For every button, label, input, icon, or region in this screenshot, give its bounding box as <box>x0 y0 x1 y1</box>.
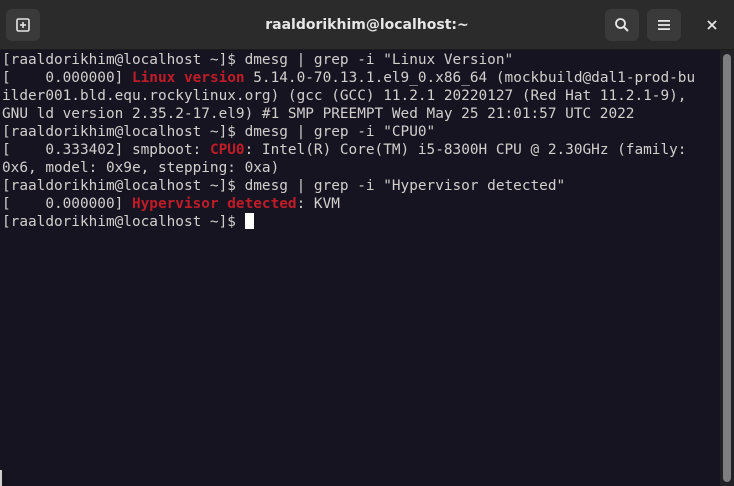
search-button[interactable] <box>605 9 639 41</box>
terminal-line: [raaldorikhim@localhost ~]$ dmesg | grep… <box>2 123 720 141</box>
terminal-text: [raaldorikhim@localhost ~]$ <box>2 214 245 230</box>
title-bar: raaldorikhim@localhost:~ <box>0 0 734 50</box>
terminal-text: GNU ld version 2.35.2-17.el9) #1 SMP PRE… <box>2 106 635 122</box>
terminal-text: [ 0.333402] smpboot: <box>2 142 210 158</box>
terminal-line: [ 0.000000] Linux version 5.14.0-70.13.1… <box>2 69 720 87</box>
terminal-text: [ 0.000000] <box>2 196 132 212</box>
terminal-text: 5.14.0-70.13.1.el9_0.x86_64 (mockbuild@d… <box>244 70 696 86</box>
terminal-text: [ 0.000000] <box>2 70 132 86</box>
scrollbar-thumb[interactable] <box>723 54 731 482</box>
grep-match: CPU0 <box>209 142 245 158</box>
terminal-text: [raaldorikhim@localhost ~]$ dmesg | grep… <box>2 178 566 194</box>
terminal-text: : KVM <box>296 196 340 212</box>
terminal-line: 0x6, model: 0x9e, stepping: 0xa) <box>2 159 720 177</box>
terminal-text: ilder001.bld.equ.rockylinux.org) (gcc (G… <box>2 88 687 104</box>
terminal-cursor <box>244 213 254 229</box>
terminal-line: [raaldorikhim@localhost ~]$ dmesg | grep… <box>2 51 720 69</box>
hamburger-menu-icon <box>658 20 670 30</box>
terminal-line: [ 0.000000] Hypervisor detected: KVM <box>2 195 720 213</box>
grep-match: Hypervisor detected <box>131 196 297 212</box>
terminal-line: ilder001.bld.equ.rockylinux.org) (gcc (G… <box>2 87 720 105</box>
terminal-line: GNU ld version 2.35.2-17.el9) #1 SMP PRE… <box>2 105 720 123</box>
text-cursor-mark <box>0 470 4 486</box>
menu-button[interactable] <box>647 9 681 41</box>
terminal-line: [raaldorikhim@localhost ~]$ dmesg | grep… <box>2 177 720 195</box>
close-button[interactable] <box>695 9 729 41</box>
terminal-window: raaldorikhim@localhost:~ [raaldorikhim@l… <box>0 0 734 486</box>
close-icon <box>707 20 717 30</box>
terminal-text: [raaldorikhim@localhost ~]$ dmesg | grep… <box>2 52 514 68</box>
scrollbar[interactable] <box>720 50 734 486</box>
terminal-output[interactable]: [raaldorikhim@localhost ~]$ dmesg | grep… <box>0 50 720 486</box>
terminal-text: : Intel(R) Core(TM) i5-8300H CPU @ 2.30G… <box>244 142 687 158</box>
terminal-text: [raaldorikhim@localhost ~]$ dmesg | grep… <box>2 124 436 140</box>
terminal-text: 0x6, model: 0x9e, stepping: 0xa) <box>2 160 280 176</box>
terminal-line: [ 0.333402] smpboot: CPU0: Intel(R) Core… <box>2 141 720 159</box>
grep-match: Linux version <box>131 70 245 86</box>
search-icon <box>615 18 629 32</box>
terminal-line: [raaldorikhim@localhost ~]$ <box>2 213 720 231</box>
